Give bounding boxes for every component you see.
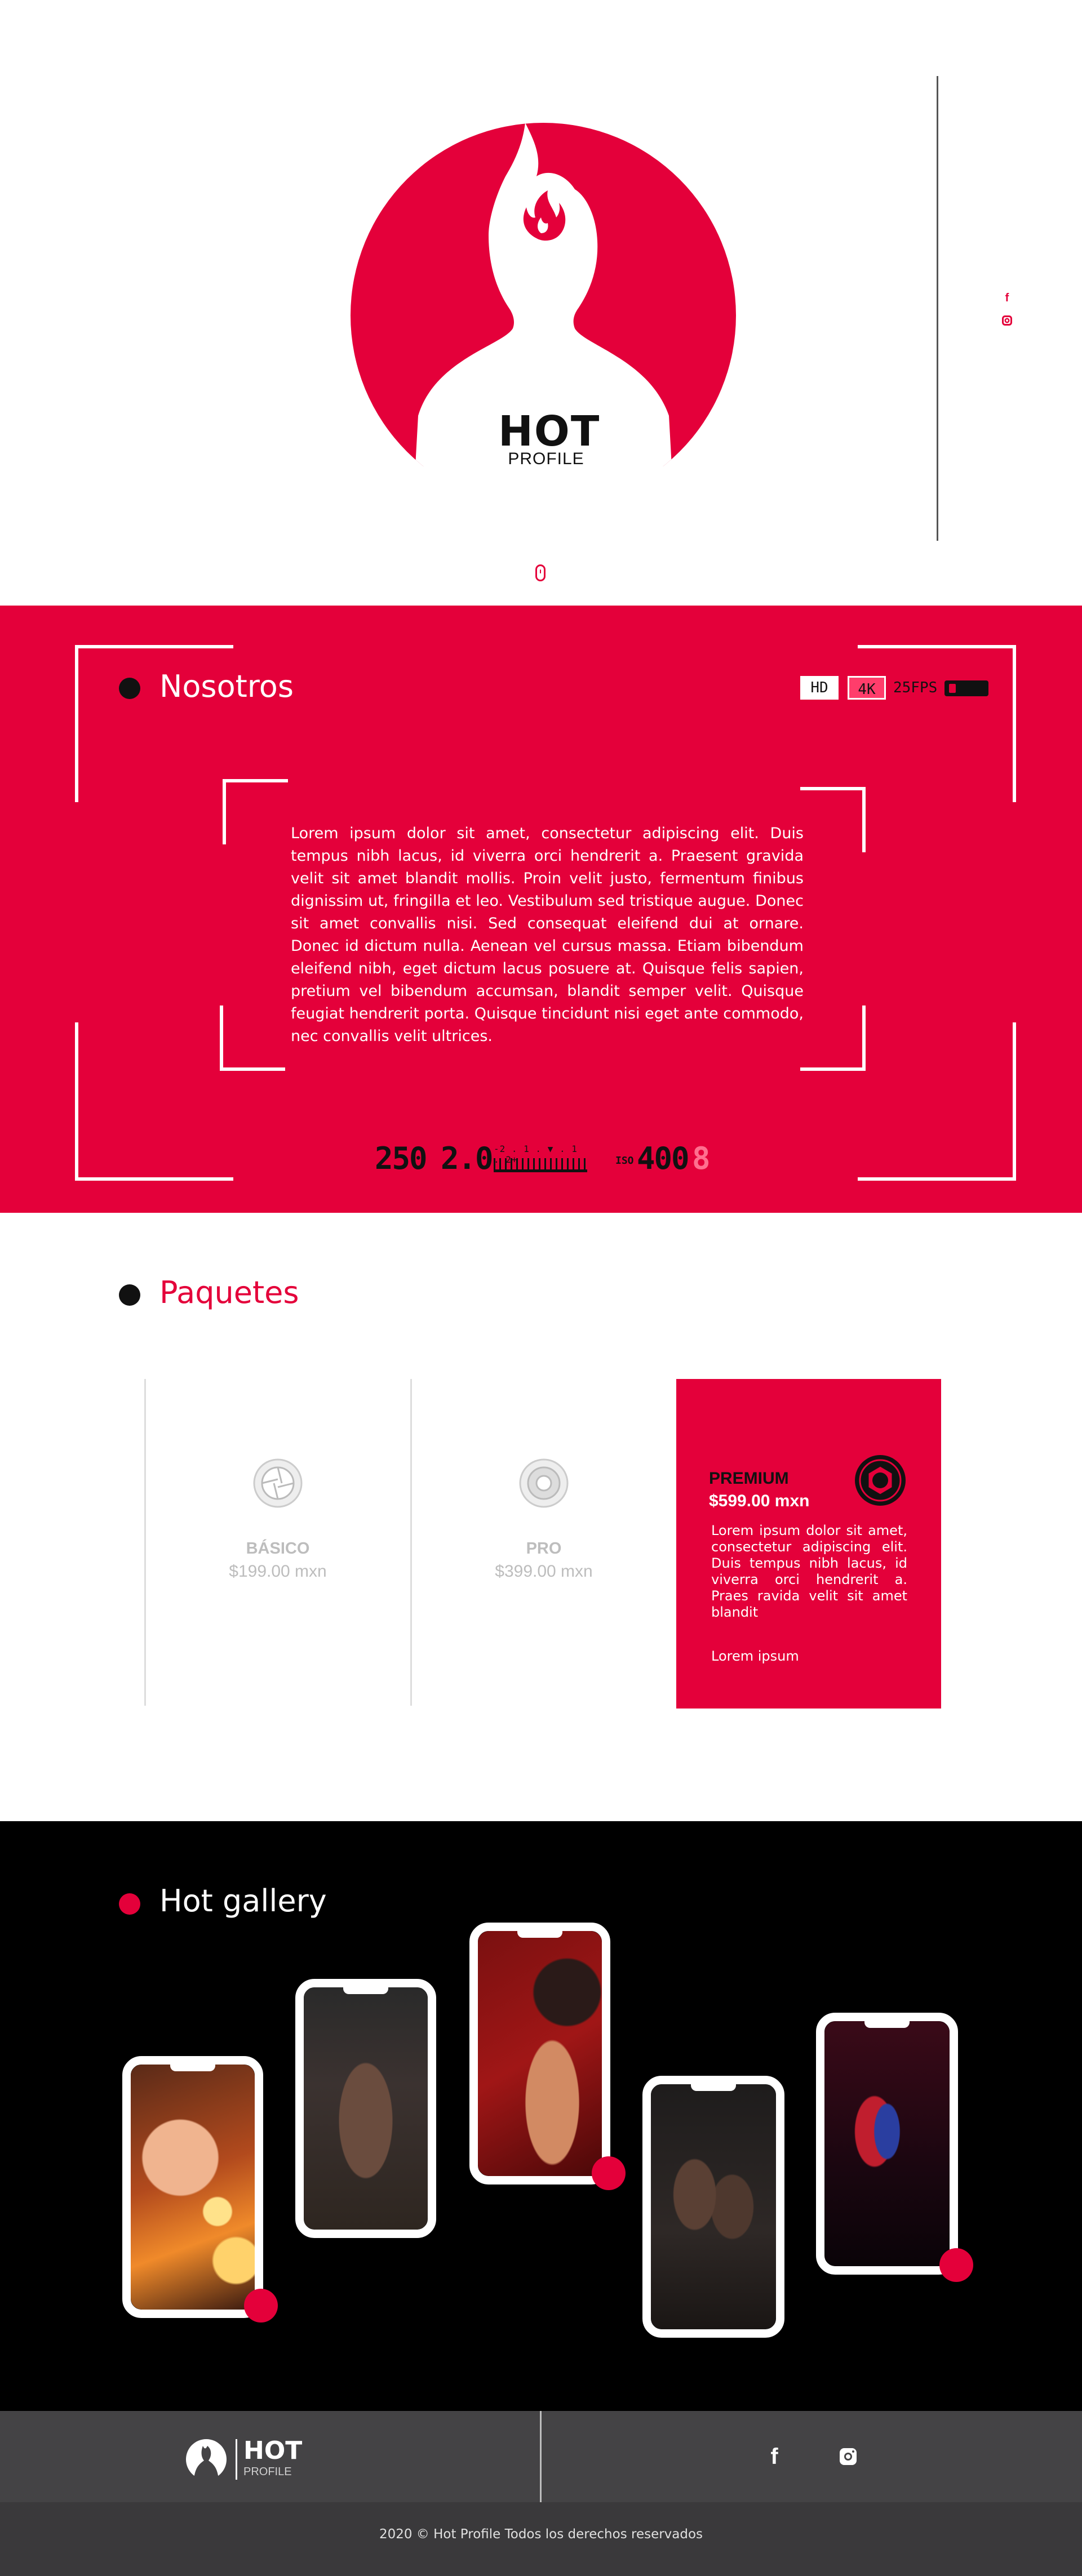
logo-text-profile: PROFILE — [508, 450, 584, 468]
hot-profile-logo: HOT PROFILE — [351, 123, 737, 508]
aperture-icon — [853, 1453, 907, 1507]
package-link[interactable]: Lorem ipsum — [711, 1648, 799, 1664]
package-name: BÁSICO — [246, 1540, 310, 1558]
battery-icon — [944, 680, 988, 696]
photo-woman-lights — [131, 2065, 255, 2310]
about-section: Nosotros HD 4K 25FPS Lorem ipsum dolor s… — [0, 606, 1082, 1213]
copyright-text: 2020 © Hot Profile Todos los derechos re… — [379, 2527, 703, 2542]
about-text: Lorem ipsum dolor sit amet, consectetur … — [291, 825, 804, 1045]
frame-corner — [220, 1006, 285, 1071]
package-card-basic[interactable]: BÁSICO $199.00 mxn — [145, 1379, 410, 1706]
footer-top: HOT PROFILE f — [0, 2411, 1082, 2502]
exposure-meter: -2 . 1 . ▼ . 1 . 2+ — [494, 1144, 587, 1178]
photo-woman-profile — [478, 1931, 602, 2176]
iso-extra-readout: 8 — [692, 1141, 711, 1176]
hd-badge: HD — [800, 676, 839, 700]
gallery-photo-2[interactable] — [295, 1979, 436, 2238]
packages-section: Paquetes BÁSICO $199.00 mxn PRO $399.00 … — [0, 1213, 1082, 1821]
aperture-readout: 2.0 — [441, 1141, 494, 1176]
frame-corner — [858, 1022, 1016, 1181]
package-price: $399.00 mxn — [495, 1562, 593, 1581]
package-card-pro[interactable]: PRO $399.00 mxn — [411, 1379, 676, 1706]
photo-man-sunglasses — [304, 1987, 428, 2230]
phone-notch — [517, 1931, 562, 1938]
hero-divider — [937, 76, 938, 541]
about-title: Nosotros — [159, 669, 294, 704]
gallery-photo-1[interactable] — [122, 2056, 263, 2318]
logo-text-hot: HOT — [498, 407, 601, 456]
footer-logo-icon — [186, 2439, 227, 2480]
package-card-premium[interactable]: PREMIUM $599.00 mxn Lorem ipsum dolor si… — [676, 1379, 941, 1709]
aperture-icon — [252, 1458, 303, 1509]
gallery-section: Hot gallery — [0, 1821, 1082, 2411]
footer-logo-divider — [236, 2439, 237, 2480]
gallery-photo-4[interactable] — [642, 2076, 784, 2338]
frame-corner — [800, 787, 866, 852]
frame-corner — [800, 1006, 866, 1071]
aperture-icon — [518, 1458, 569, 1509]
footer-logo-subtext: PROFILE — [243, 2466, 292, 2478]
package-name: PREMIUM — [709, 1469, 789, 1488]
photo-two-women — [651, 2084, 776, 2329]
hot-profile-badge-icon — [244, 2289, 278, 2323]
hot-profile-badge-icon — [939, 2248, 973, 2282]
footer-divider — [540, 2411, 542, 2502]
frame-corner — [223, 779, 288, 844]
phone-notch — [691, 2084, 736, 2091]
instagram-icon[interactable] — [839, 2447, 858, 2466]
iso-label: ISO — [615, 1155, 634, 1167]
section-bullet — [119, 678, 140, 699]
gallery-title: Hot gallery — [159, 1883, 327, 1919]
packages-title: Paquetes — [159, 1275, 299, 1310]
mouse-scroll-icon[interactable] — [535, 564, 546, 581]
hot-profile-badge-icon — [592, 2156, 626, 2190]
hero-section: HOT PROFILE f — [0, 0, 1082, 606]
gallery-photo-5[interactable] — [816, 2013, 958, 2275]
footer-logo-text: HOT — [243, 2436, 303, 2465]
phone-notch — [864, 2021, 910, 2028]
shutter-readout: 250 — [375, 1141, 428, 1176]
phone-notch — [343, 1987, 388, 1994]
package-price: $199.00 mxn — [229, 1562, 327, 1581]
facebook-icon[interactable]: f — [1001, 292, 1013, 304]
package-price: $599.00 mxn — [709, 1492, 810, 1510]
package-name: PRO — [526, 1540, 562, 1558]
iso-readout: 400 — [637, 1141, 690, 1176]
package-description: Lorem ipsum dolor sit amet, consectetur … — [711, 1523, 907, 1620]
photo-man-red-light — [824, 2021, 950, 2266]
facebook-icon[interactable]: f — [766, 2445, 782, 2468]
4k-badge: 4K — [848, 676, 886, 700]
gallery-photo-3[interactable] — [469, 1923, 610, 2185]
frame-corner — [75, 1022, 233, 1181]
frame-corner — [858, 645, 1016, 802]
phone-notch — [170, 2065, 215, 2071]
instagram-icon[interactable] — [1001, 314, 1013, 327]
section-bullet — [119, 1893, 140, 1915]
section-bullet — [119, 1284, 140, 1306]
fps-label: 25FPS — [893, 679, 938, 696]
footer-bottom: 2020 © Hot Profile Todos los derechos re… — [0, 2502, 1082, 2576]
